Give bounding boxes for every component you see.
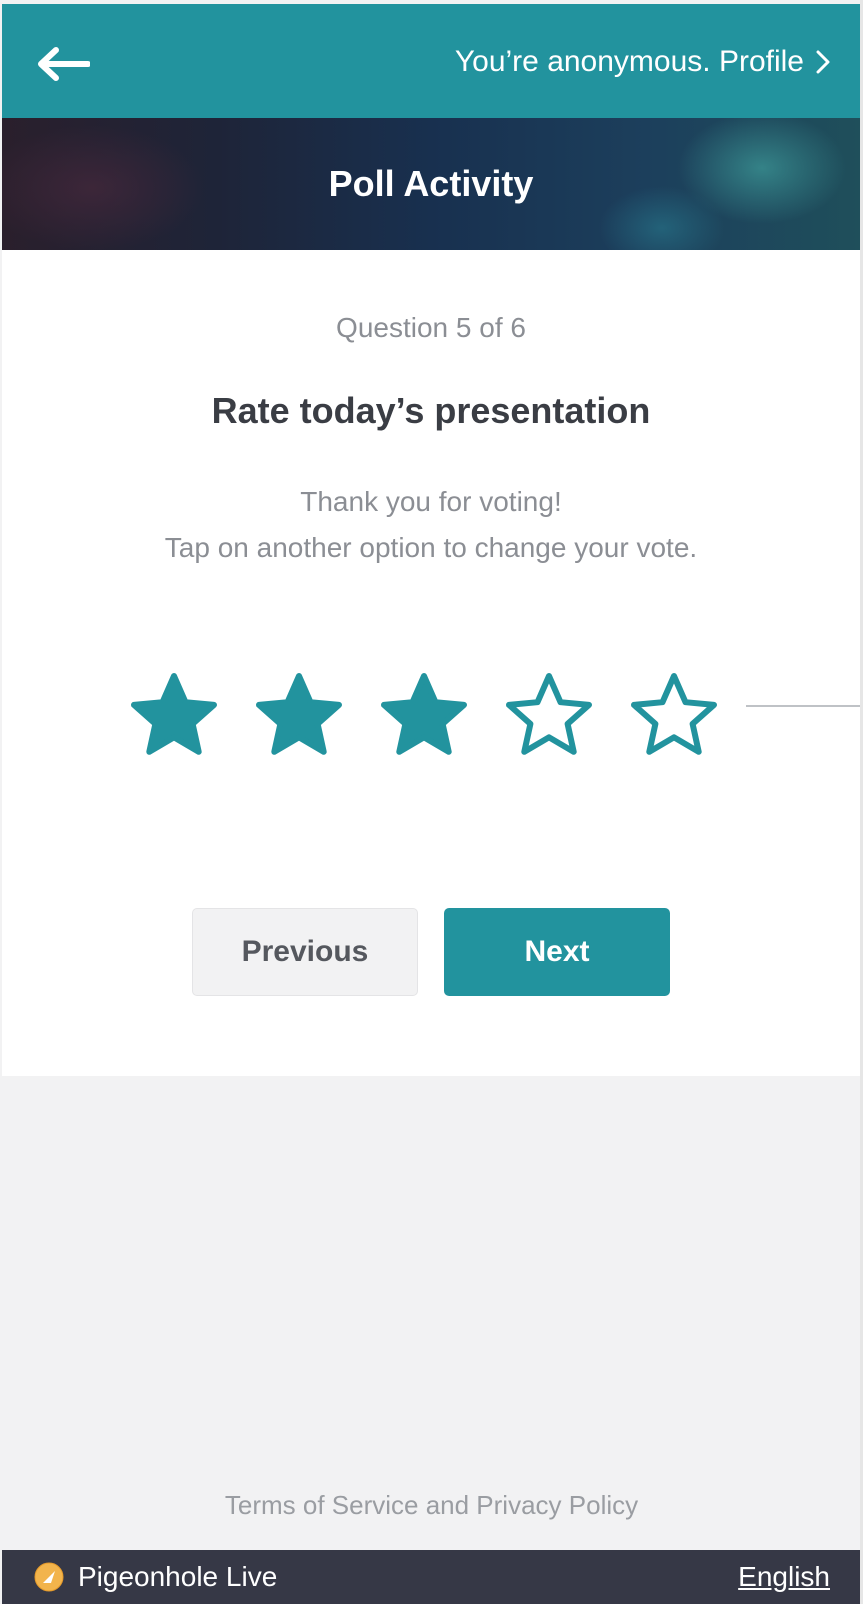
app-frame: You’re anonymous. Profile Poll Activity … bbox=[0, 0, 863, 1604]
star-2[interactable] bbox=[249, 668, 349, 768]
footer-bar: Pigeonhole Live English bbox=[2, 1550, 860, 1604]
chevron-right-icon bbox=[816, 50, 830, 74]
next-button[interactable]: Next bbox=[444, 908, 670, 996]
activity-banner: Poll Activity bbox=[2, 118, 860, 250]
profile-text: You’re anonymous. Profile bbox=[454, 45, 804, 78]
vote-confirmation: Thank you for voting! bbox=[300, 486, 562, 517]
star-icon bbox=[631, 673, 717, 755]
pigeonhole-logo-icon bbox=[34, 1562, 64, 1592]
language-selector[interactable]: English bbox=[738, 1560, 830, 1594]
top-bar: You’re anonymous. Profile bbox=[2, 4, 860, 118]
question-card: Question 5 of 6 Rate today’s presentatio… bbox=[2, 250, 860, 1076]
profile-link[interactable]: You’re anonymous. Profile bbox=[455, 40, 830, 84]
question-progress: Question 5 of 6 bbox=[336, 312, 526, 343]
star-1[interactable] bbox=[124, 668, 224, 768]
banner-title: Poll Activity bbox=[328, 163, 534, 204]
change-vote-hint: Tap on another option to change your vot… bbox=[164, 532, 698, 563]
star-icon bbox=[131, 673, 217, 755]
back-button[interactable] bbox=[30, 34, 96, 94]
previous-button[interactable]: Previous bbox=[192, 908, 418, 996]
star-icon bbox=[381, 673, 467, 755]
star-4[interactable] bbox=[499, 668, 599, 768]
brand-name: Pigeonhole Live bbox=[78, 1561, 278, 1592]
brand[interactable]: Pigeonhole Live bbox=[34, 1560, 277, 1594]
annotation-line bbox=[746, 705, 860, 707]
terms-privacy-link[interactable]: Terms of Service and Privacy Policy bbox=[0, 1490, 863, 1521]
star-icon bbox=[506, 673, 592, 755]
question-title: Rate today’s presentation bbox=[211, 390, 651, 431]
star-5[interactable] bbox=[624, 668, 724, 768]
back-arrow-icon bbox=[38, 47, 90, 81]
star-icon bbox=[256, 673, 342, 755]
star-3[interactable] bbox=[374, 668, 474, 768]
